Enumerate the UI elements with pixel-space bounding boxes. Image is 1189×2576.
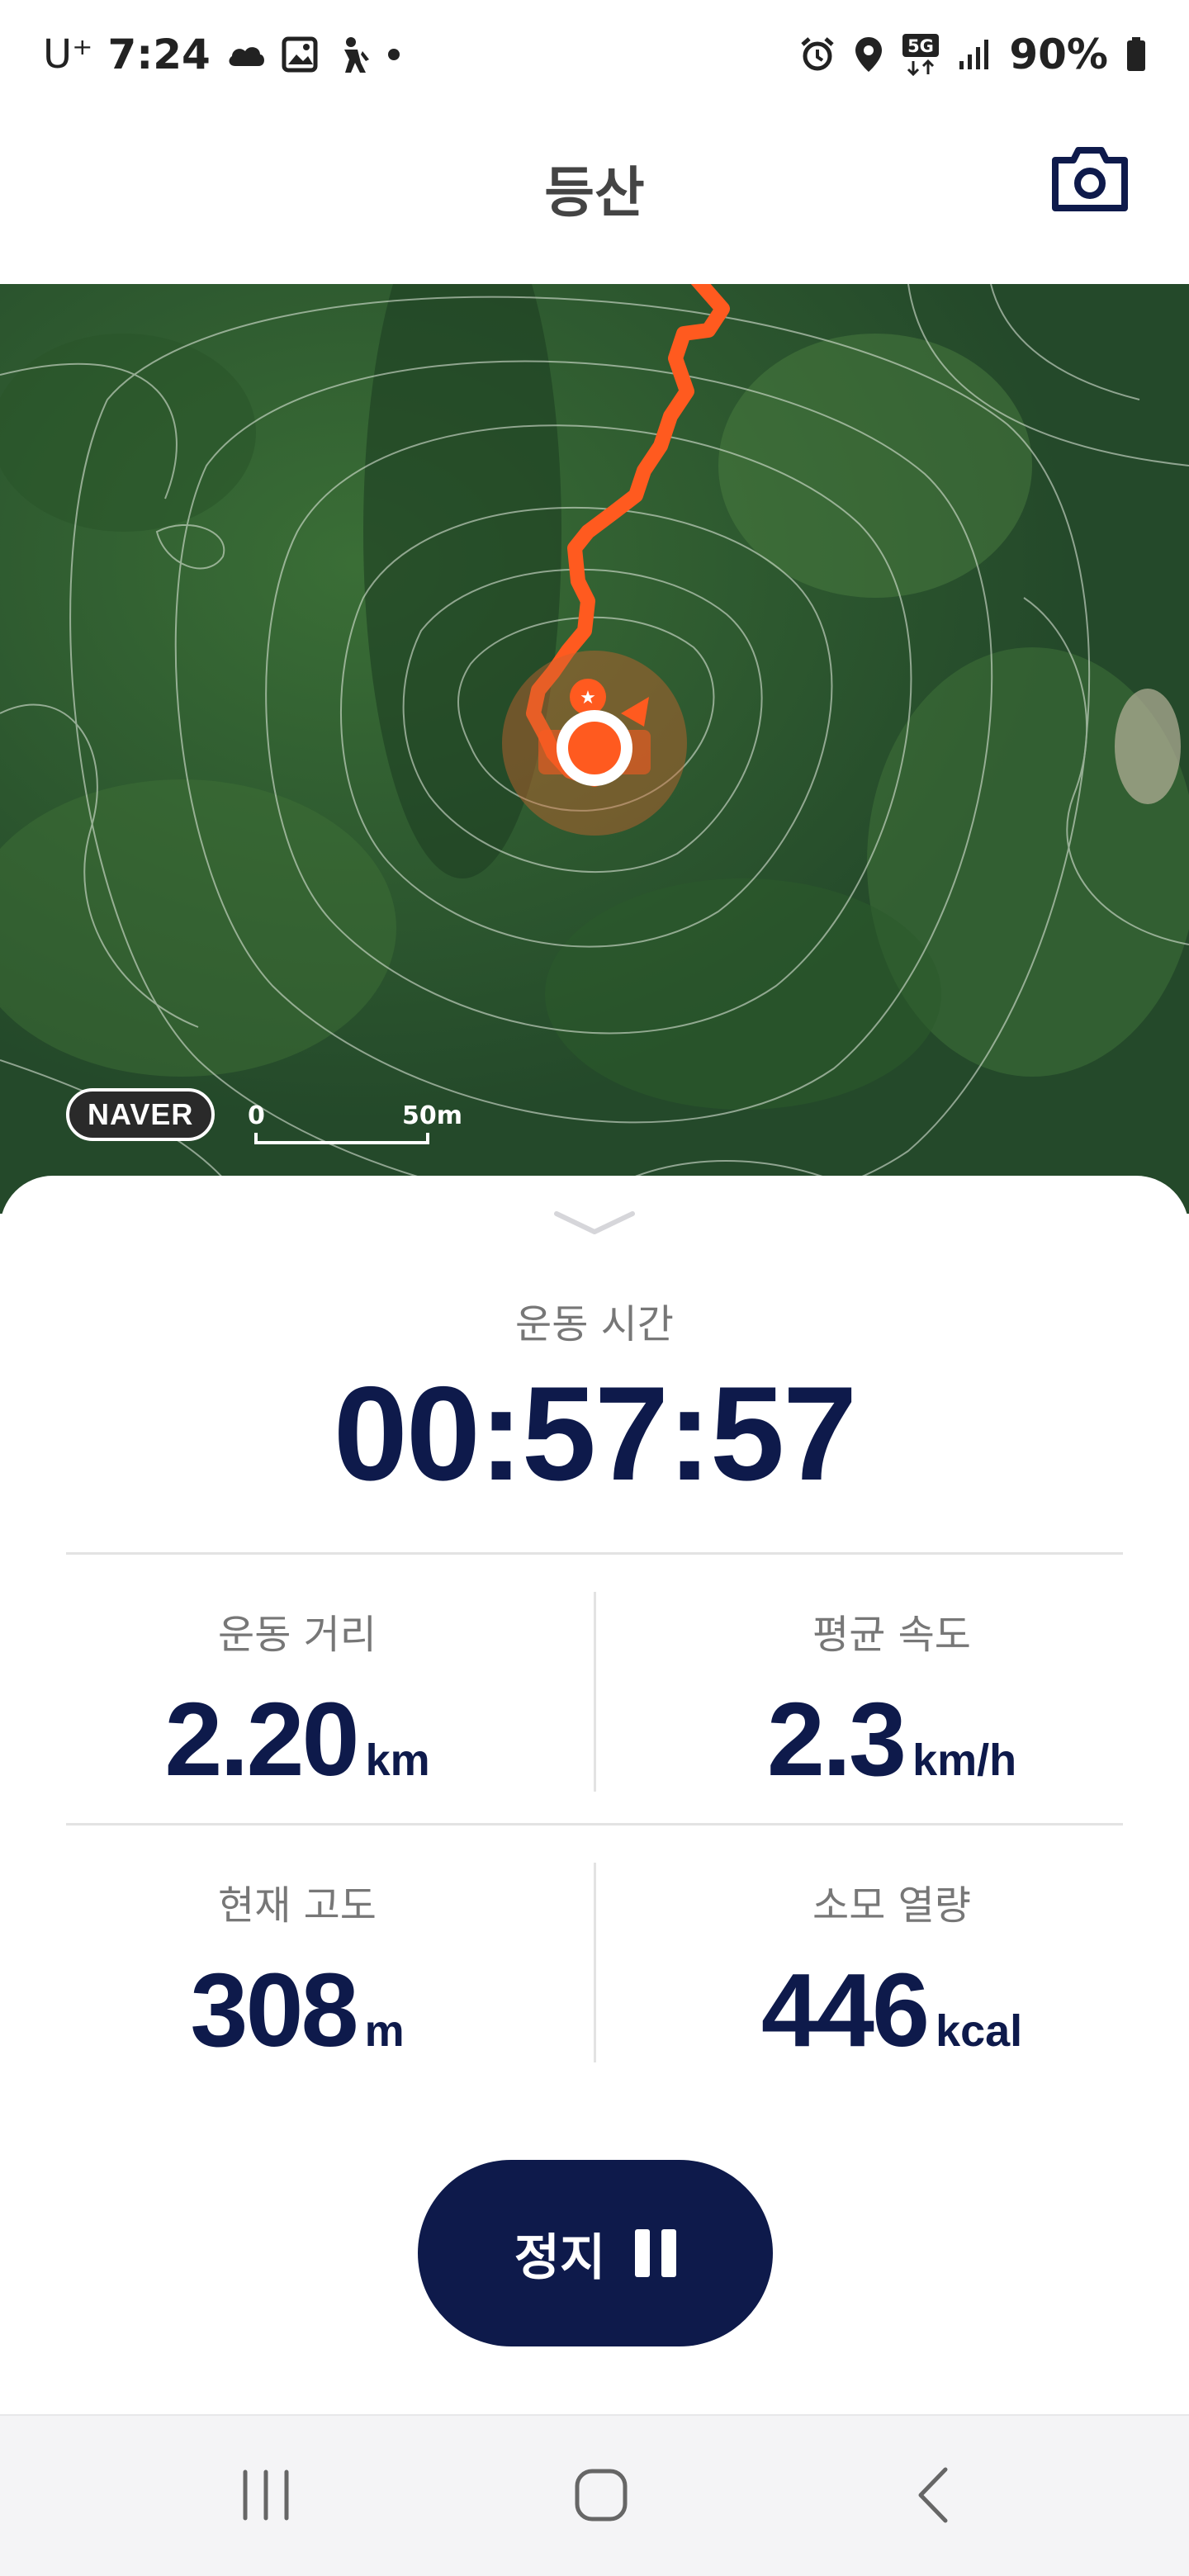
divider-vertical-upper: [594, 1592, 596, 1792]
sheet-handle-chevron-icon[interactable]: [553, 1209, 636, 1237]
stat-label: 평균 속도: [812, 1612, 971, 1658]
home-button[interactable]: [543, 2455, 659, 2538]
workout-sheet: 운동 시간 00:57:57 운동 거리 2.20 km 평균 속도 2.3 k…: [0, 1176, 1189, 2414]
pause-icon: [635, 2229, 677, 2277]
pause-label: 정지: [514, 2228, 606, 2287]
home-icon: [574, 2468, 628, 2526]
camera-button[interactable]: [1049, 144, 1131, 218]
stat-value: 2.20: [164, 1681, 359, 1797]
system-nav-bar: [0, 2414, 1189, 2576]
dot-icon: [387, 48, 400, 61]
status-time: 7:24: [107, 31, 211, 78]
stat-calories: 소모 열량 446 kcal: [628, 1873, 1156, 2070]
battery-percent: 90%: [1009, 31, 1108, 78]
alarm-icon: [799, 36, 836, 73]
camera-icon: [1050, 145, 1130, 216]
page-title: 등산: [544, 161, 645, 225]
stat-unit: km: [365, 1735, 430, 1785]
scale-length-label: 50m: [401, 1101, 462, 1130]
naver-logo: NAVER: [66, 1088, 216, 1141]
stat-unit: m: [364, 2006, 405, 2056]
battery-icon: [1126, 37, 1146, 72]
signal-icon: [958, 38, 991, 71]
status-left: U⁺ 7:24: [43, 28, 400, 81]
stat-unit: kcal: [936, 2006, 1023, 2056]
stat-value: 2.3: [766, 1681, 907, 1797]
stat-label: 운동 거리: [218, 1612, 377, 1658]
workout-time-label: 운동 시간: [515, 1301, 674, 1347]
pause-button[interactable]: 정지: [418, 2160, 773, 2346]
stat-label: 현재 고도: [218, 1882, 377, 1929]
svg-text:5G: 5G: [907, 36, 934, 56]
cloud-icon: [225, 40, 267, 69]
stat-value: 446: [760, 1952, 930, 2068]
app-header: 등산: [0, 107, 1189, 284]
stat-value: 308: [190, 1952, 358, 2068]
5g-icon: 5G: [902, 33, 940, 76]
back-icon: [912, 2466, 954, 2527]
divider-top: [66, 1552, 1123, 1555]
workout-time-value: 00:57:57: [333, 1359, 857, 1508]
scale-line: [254, 1133, 429, 1144]
stat-label: 소모 열량: [812, 1882, 971, 1929]
divider-vertical-lower: [594, 1863, 596, 2062]
svg-text:★: ★: [580, 688, 596, 708]
gallery-icon: [282, 36, 318, 73]
scale-start-label: 0: [248, 1101, 265, 1130]
map-view[interactable]: ★ NAVER 0 50m: [0, 284, 1189, 1214]
recent-apps-button[interactable]: [208, 2455, 324, 2538]
recent-apps-icon: [237, 2469, 295, 2525]
stat-unit: km/h: [912, 1735, 1017, 1785]
divider-middle: [66, 1823, 1123, 1825]
status-right: 5G 90%: [799, 28, 1146, 81]
stat-avg-speed: 평균 속도 2.3 km/h: [628, 1602, 1156, 1799]
carrier-label: U⁺: [43, 31, 93, 78]
location-icon: [854, 36, 883, 73]
stat-distance: 운동 거리 2.20 km: [33, 1602, 561, 1799]
satellite-terrain: ★: [0, 284, 1189, 1214]
hiking-person-icon: [333, 35, 372, 74]
map-scale-bar: 0 50m: [248, 1101, 462, 1148]
back-button[interactable]: [875, 2455, 991, 2538]
status-bar: U⁺ 7:24 5G 90%: [0, 0, 1189, 107]
stat-altitude: 현재 고도 308 m: [33, 1873, 561, 2070]
